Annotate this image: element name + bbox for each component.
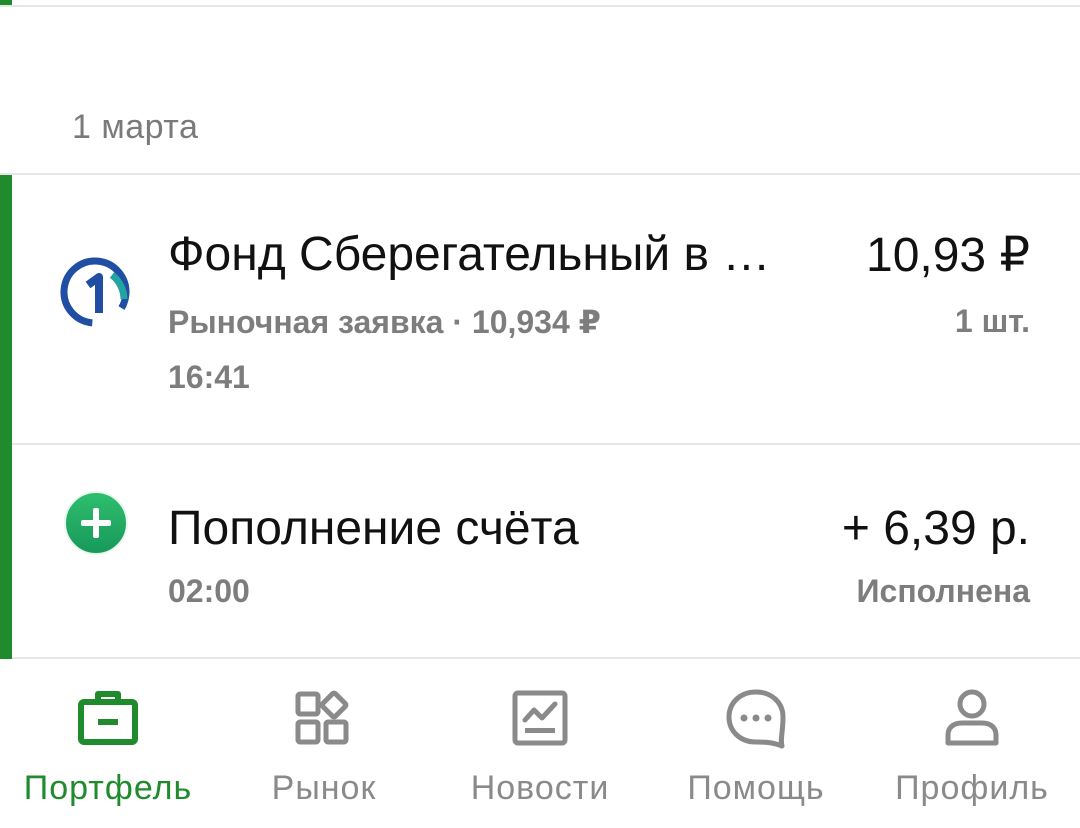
tab-help[interactable]: Помощь bbox=[648, 661, 864, 828]
tab-label: Профиль bbox=[895, 769, 1049, 807]
operation-time: 16:41 bbox=[168, 359, 250, 395]
operation-quantity: 1 шт. bbox=[954, 303, 1030, 339]
operation-title: Фонд Сберегательный в … bbox=[168, 228, 771, 281]
tab-label: Новости bbox=[470, 769, 610, 807]
operation-title: Пополнение счёта bbox=[168, 502, 579, 555]
fund-logo-icon bbox=[58, 255, 132, 329]
tab-news[interactable]: Новости bbox=[432, 661, 648, 828]
user-icon bbox=[939, 685, 1005, 751]
operation-amount: + 6,39 р. bbox=[841, 502, 1030, 555]
tab-portfolio[interactable]: Портфель bbox=[0, 661, 216, 828]
bottom-tab-bar: Портфель Рынок Новости Помощь Профиль bbox=[0, 661, 1080, 828]
tab-label: Рынок bbox=[271, 769, 377, 807]
operation-amount: 10,93 ₽ bbox=[866, 229, 1030, 282]
top-divider bbox=[0, 5, 1080, 7]
operation-order-type: Рыночная заявка · 10,934 ₽ bbox=[168, 304, 601, 340]
operation-status: Исполнена bbox=[856, 573, 1030, 609]
briefcase-icon bbox=[75, 685, 141, 751]
tab-label: Помощь bbox=[687, 769, 825, 807]
tab-label: Портфель bbox=[23, 769, 193, 807]
tab-profile[interactable]: Профиль bbox=[864, 661, 1080, 828]
grid-icon bbox=[291, 685, 357, 751]
operation-row-fund-purchase[interactable]: Фонд Сберегательный в … 10,93 ₽ Рыночная… bbox=[0, 175, 1080, 445]
tab-market[interactable]: Рынок bbox=[216, 661, 432, 828]
operation-time: 02:00 bbox=[168, 573, 250, 609]
row-accent-bar bbox=[0, 175, 12, 445]
plus-circle-icon bbox=[63, 490, 129, 556]
chart-icon bbox=[507, 685, 573, 751]
row-divider bbox=[12, 657, 1080, 659]
row-accent-bar bbox=[0, 445, 12, 659]
chat-bubble-icon bbox=[723, 685, 789, 751]
date-header: 1 марта bbox=[72, 108, 199, 146]
operation-row-deposit[interactable]: Пополнение счёта + 6,39 р. 02:00 Исполне… bbox=[0, 445, 1080, 659]
